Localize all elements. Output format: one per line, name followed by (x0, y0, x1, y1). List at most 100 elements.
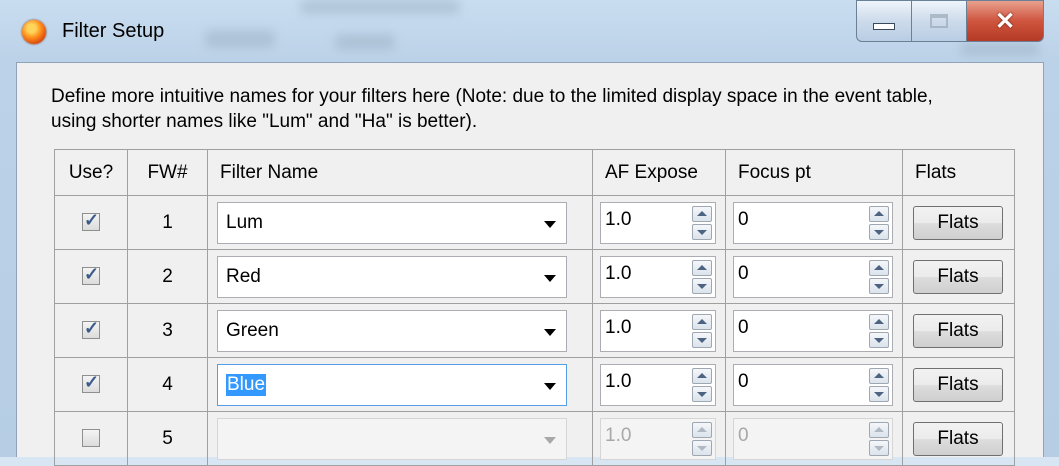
chevron-down-icon[interactable] (544, 274, 556, 282)
af-expose-cell: 1.0 (592, 411, 726, 466)
window-title: Filter Setup (62, 20, 165, 42)
title-bar[interactable]: Filter Setup ✕ (0, 0, 1059, 62)
fw-number: 5 (127, 411, 208, 466)
spin-down-icon[interactable] (692, 385, 712, 402)
flats-button[interactable]: Flats (913, 367, 1003, 402)
spin-down-icon[interactable] (869, 277, 889, 294)
af-expose-value: 1.0 (605, 424, 632, 446)
close-button[interactable]: ✕ (966, 0, 1044, 42)
filter-name-combobox[interactable]: Red (217, 255, 567, 298)
focus-pt-spinner[interactable]: 0 (733, 309, 893, 352)
filter-setup-app-icon (22, 20, 46, 44)
focus-pt-cell: 0 (725, 357, 903, 412)
use-cell (54, 357, 128, 412)
table-row: 5 1.0 0 Flats (54, 411, 1015, 466)
spin-up-icon (692, 421, 712, 438)
flats-button[interactable]: Flats (913, 313, 1003, 348)
filter-setup-window: Filter Setup ✕ Define more intuitive nam… (0, 0, 1059, 466)
use-checkbox[interactable] (82, 210, 100, 232)
use-checkbox[interactable] (82, 264, 100, 286)
focus-pt-value: 0 (738, 316, 749, 338)
filter-name-value: Red (226, 265, 261, 287)
filter-name-combobox[interactable]: Green (217, 309, 567, 352)
maximize-icon (930, 14, 948, 28)
background-blur (205, 30, 275, 48)
use-checkbox[interactable] (82, 318, 100, 340)
focus-pt-spinner[interactable]: 0 (733, 201, 893, 244)
focus-pt-value: 0 (738, 424, 749, 446)
minimize-icon (873, 22, 895, 30)
spin-down-icon[interactable] (869, 385, 889, 402)
table-row: 2 Red 1.0 (54, 249, 1015, 304)
spin-up-icon (869, 421, 889, 438)
table-header-row: Use? FW# Filter Name AF Expose Focus pt … (54, 149, 1015, 196)
af-expose-cell: 1.0 (592, 195, 726, 250)
spin-down-icon[interactable] (692, 277, 712, 294)
dialog-client-area: Define more intuitive names for your fil… (16, 62, 1044, 466)
spin-down-icon[interactable] (692, 331, 712, 348)
description-text: Define more intuitive names for your fil… (51, 86, 933, 132)
filter-name-cell (207, 411, 593, 466)
focus-pt-value: 0 (738, 370, 749, 392)
background-blur (300, 0, 460, 14)
filter-table: Use? FW# Filter Name AF Expose Focus pt … (54, 149, 1015, 466)
af-expose-spinner[interactable]: 1.0 (600, 363, 716, 406)
focus-pt-spinner: 0 (733, 417, 893, 460)
spin-down-icon[interactable] (869, 223, 889, 240)
spin-up-icon[interactable] (869, 259, 889, 276)
flats-cell: Flats (902, 195, 1015, 250)
flats-button[interactable]: Flats (913, 421, 1003, 456)
spin-up-icon[interactable] (692, 259, 712, 276)
use-cell (54, 249, 128, 304)
filter-name-value: Blue (226, 373, 267, 396)
fw-number: 4 (127, 357, 208, 412)
filter-name-combobox[interactable]: Lum (217, 201, 567, 244)
use-checkbox[interactable] (82, 372, 100, 394)
spin-up-icon[interactable] (869, 313, 889, 330)
focus-pt-cell: 0 (725, 411, 903, 466)
af-expose-value: 1.0 (605, 208, 632, 230)
spin-down-icon (869, 439, 889, 456)
chevron-down-icon[interactable] (544, 382, 556, 390)
spin-down-icon[interactable] (869, 331, 889, 348)
flats-cell: Flats (902, 411, 1015, 466)
flats-cell: Flats (902, 303, 1015, 358)
spin-up-icon[interactable] (869, 367, 889, 384)
column-header-use: Use? (54, 149, 128, 196)
close-icon: ✕ (994, 7, 1016, 35)
filter-name-cell: Blue (207, 357, 593, 412)
focus-pt-cell: 0 (725, 249, 903, 304)
column-header-af-expose: AF Expose (592, 149, 726, 196)
background-blur (960, 42, 1040, 56)
af-expose-cell: 1.0 (592, 249, 726, 304)
chevron-down-icon[interactable] (544, 328, 556, 336)
focus-pt-spinner[interactable]: 0 (733, 255, 893, 298)
chevron-down-icon[interactable] (544, 220, 556, 228)
af-expose-spinner[interactable]: 1.0 (600, 309, 716, 352)
focus-pt-value: 0 (738, 262, 749, 284)
spin-up-icon[interactable] (692, 367, 712, 384)
filter-name-cell: Lum (207, 195, 593, 250)
focus-pt-cell: 0 (725, 195, 903, 250)
spin-up-icon[interactable] (692, 313, 712, 330)
flats-cell: Flats (902, 357, 1015, 412)
minimize-button[interactable] (856, 0, 912, 42)
background-blur (335, 34, 395, 50)
spin-down-icon (692, 439, 712, 456)
af-expose-value: 1.0 (605, 316, 632, 338)
af-expose-cell: 1.0 (592, 357, 726, 412)
spin-down-icon[interactable] (692, 223, 712, 240)
use-checkbox[interactable] (82, 429, 100, 448)
flats-button[interactable]: Flats (913, 259, 1003, 294)
use-cell (54, 195, 128, 250)
spin-up-icon[interactable] (869, 205, 889, 222)
spin-up-icon[interactable] (692, 205, 712, 222)
focus-pt-spinner[interactable]: 0 (733, 363, 893, 406)
maximize-button[interactable] (911, 0, 967, 42)
af-expose-spinner[interactable]: 1.0 (600, 255, 716, 298)
filter-name-combobox[interactable]: Blue (217, 363, 567, 406)
af-expose-spinner[interactable]: 1.0 (600, 201, 716, 244)
filter-name-cell: Red (207, 249, 593, 304)
flats-button[interactable]: Flats (913, 205, 1003, 240)
af-expose-cell: 1.0 (592, 303, 726, 358)
